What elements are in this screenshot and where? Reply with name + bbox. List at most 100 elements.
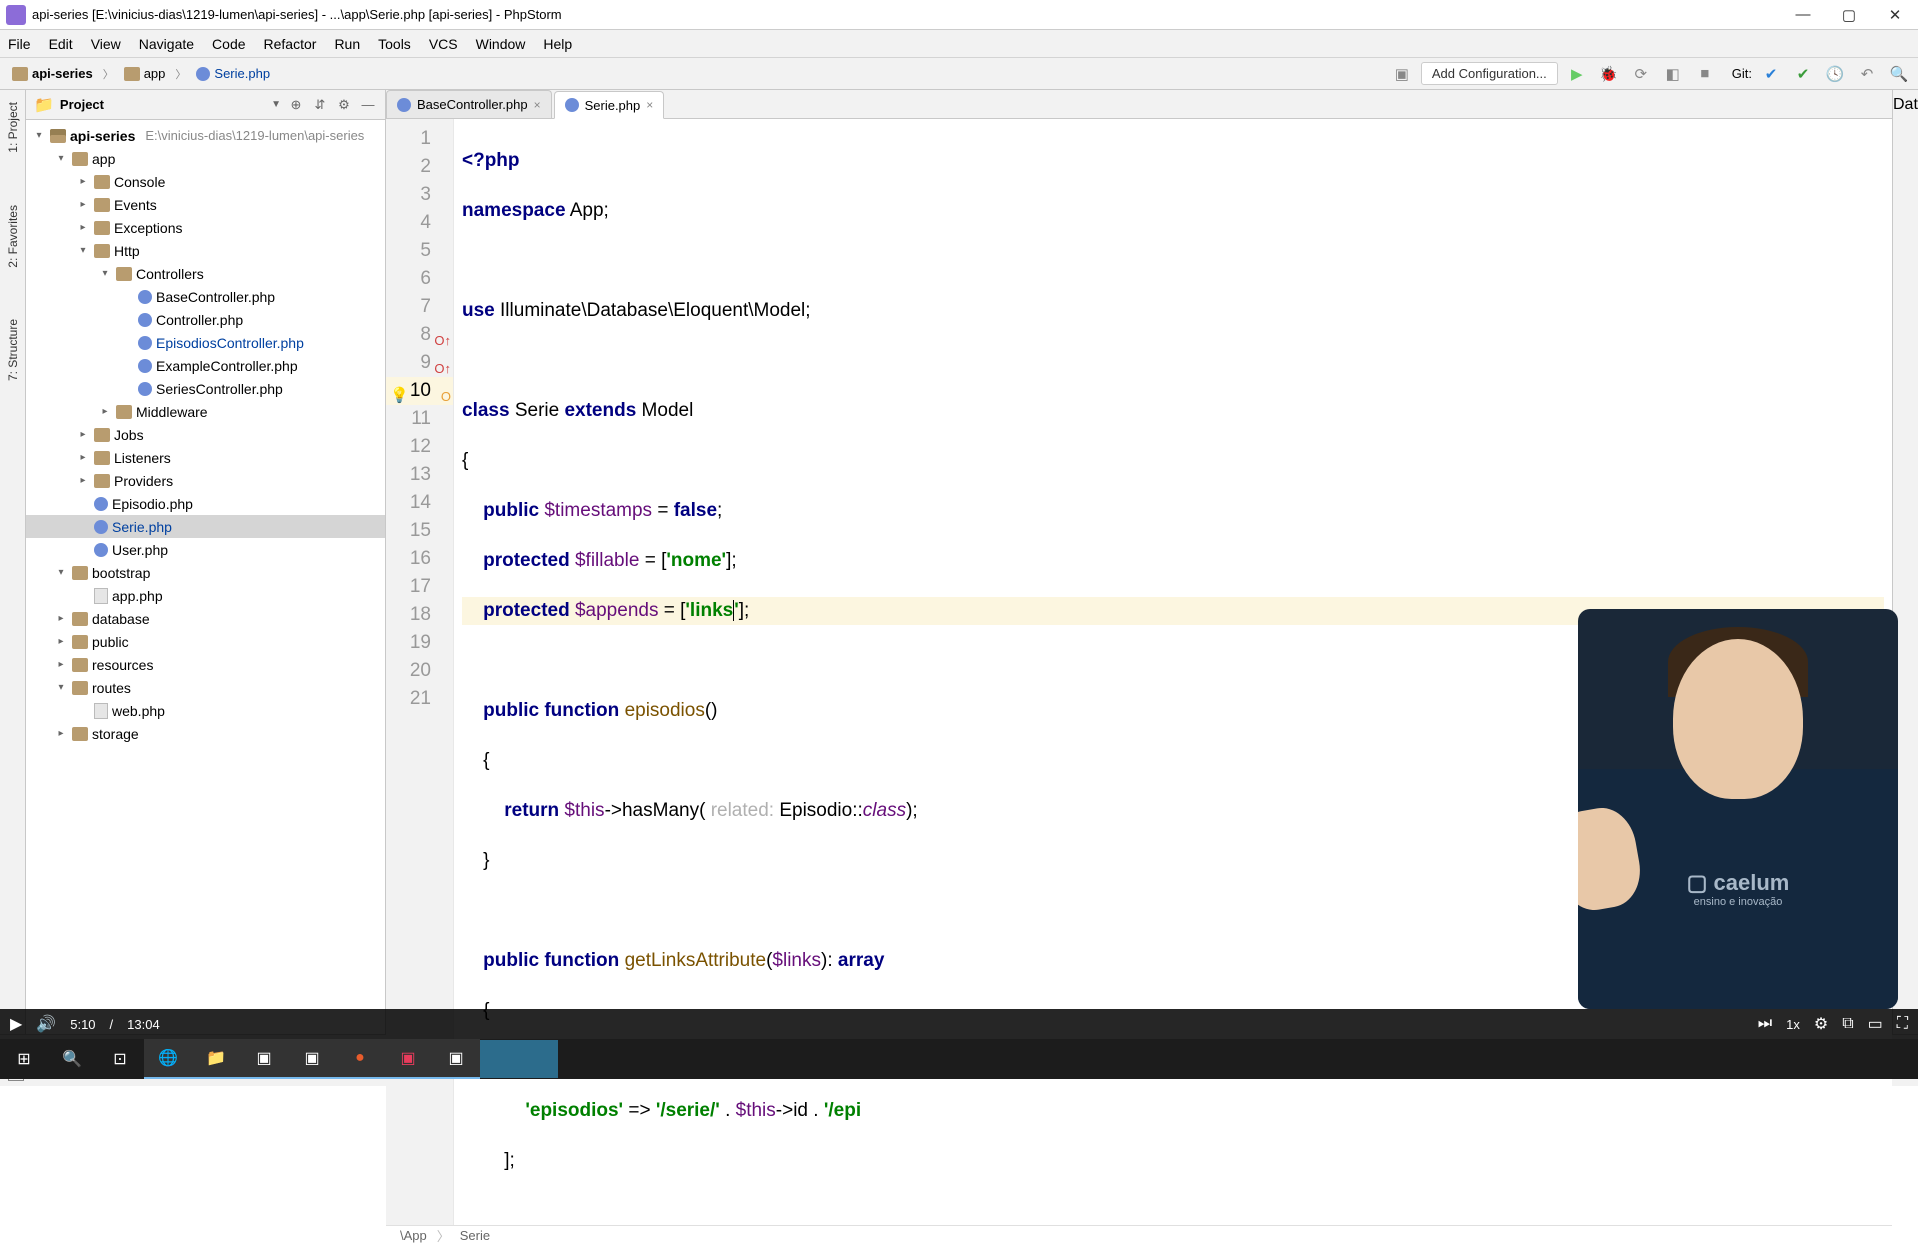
close-tab-icon[interactable]: ×	[534, 98, 541, 112]
tree-row[interactable]: ▸Listeners	[26, 446, 385, 469]
expand-icon[interactable]: ▾	[76, 245, 90, 256]
menu-navigate[interactable]: Navigate	[139, 36, 194, 52]
tree-row[interactable]: web.php	[26, 699, 385, 722]
fullscreen-icon[interactable]: ⛶	[1897, 1015, 1908, 1033]
profile-icon[interactable]: ◧	[1660, 61, 1686, 87]
breadcrumb-file[interactable]: Serie.php	[190, 64, 276, 83]
next-icon[interactable]: ⏭	[1758, 1015, 1772, 1033]
minimize-button[interactable]: —	[1780, 0, 1826, 30]
taskbar-app[interactable]: ▣	[288, 1039, 336, 1079]
project-tree[interactable]: ▾ api-series E:\vinicius-dias\1219-lumen…	[26, 120, 385, 1034]
stop-icon[interactable]: ■	[1692, 61, 1718, 87]
tree-row[interactable]: User.php	[26, 538, 385, 561]
expand-icon[interactable]: ▾	[54, 153, 68, 164]
tree-row[interactable]: Episodio.php	[26, 492, 385, 515]
revert-icon[interactable]: ↶	[1854, 61, 1880, 87]
taskbar-app[interactable]: 🌐	[144, 1039, 192, 1079]
breadcrumb-root[interactable]: api-series	[6, 64, 99, 83]
tool-window-favorites[interactable]: 2: Favorites	[4, 199, 22, 274]
tree-row[interactable]: ▸Exceptions	[26, 216, 385, 239]
taskbar-app[interactable]: ▣	[384, 1039, 432, 1079]
tree-row[interactable]: app.php	[26, 584, 385, 607]
menu-vcs[interactable]: VCS	[429, 36, 458, 52]
expand-icon[interactable]: ▸	[54, 659, 68, 670]
debug-icon[interactable]: 🐞	[1596, 61, 1622, 87]
tree-row[interactable]: ▸resources	[26, 653, 385, 676]
expand-icon[interactable]: ▾	[32, 130, 46, 141]
tree-row[interactable]: SeriesController.php	[26, 377, 385, 400]
close-tab-icon[interactable]: ×	[646, 98, 653, 112]
expand-icon[interactable]: ▸	[76, 475, 90, 486]
taskbar-app[interactable]: ●	[336, 1039, 384, 1079]
collapse-icon[interactable]: ⇵	[311, 96, 329, 114]
menu-view[interactable]: View	[91, 36, 121, 52]
expand-icon[interactable]: ▾	[98, 268, 112, 279]
expand-icon[interactable]: ▸	[76, 199, 90, 210]
hide-icon[interactable]: —	[359, 96, 377, 114]
gear-icon[interactable]: ⚙	[335, 96, 353, 114]
tree-row[interactable]: ExampleController.php	[26, 354, 385, 377]
expand-icon[interactable]: ▸	[54, 613, 68, 624]
tree-row[interactable]: ▾app	[26, 147, 385, 170]
menu-window[interactable]: Window	[476, 36, 526, 52]
expand-icon[interactable]: ▸	[76, 176, 90, 187]
add-configuration-button[interactable]: Add Configuration...	[1421, 62, 1558, 85]
history-icon[interactable]: 🕓	[1822, 61, 1848, 87]
build-icon[interactable]: ▣	[1389, 61, 1415, 87]
play-button[interactable]: ▶	[10, 1014, 22, 1034]
tree-row[interactable]: ▾Controllers	[26, 262, 385, 285]
tree-row[interactable]: ▾Http	[26, 239, 385, 262]
tree-row[interactable]: Controller.php	[26, 308, 385, 331]
menu-edit[interactable]: Edit	[49, 36, 73, 52]
start-button[interactable]: ⊞	[0, 1039, 48, 1079]
tool-window-structure[interactable]: 7: Structure	[4, 313, 22, 387]
tree-row[interactable]: ▸Events	[26, 193, 385, 216]
theater-icon[interactable]: ▭	[1868, 1014, 1883, 1034]
tree-row[interactable]: ▸Middleware	[26, 400, 385, 423]
playback-speed[interactable]: 1x	[1786, 1017, 1800, 1032]
tree-row[interactable]: ▸database	[26, 607, 385, 630]
task-view-button[interactable]: ⊡	[96, 1039, 144, 1079]
tree-row[interactable]: ▾routes	[26, 676, 385, 699]
tree-row[interactable]: ▸public	[26, 630, 385, 653]
close-button[interactable]: ✕	[1872, 0, 1918, 30]
run-icon[interactable]: ▶	[1564, 61, 1590, 87]
volume-icon[interactable]: 🔊	[36, 1014, 56, 1034]
tool-window-project[interactable]: 1: Project	[4, 96, 22, 159]
breadcrumb-app[interactable]: app	[118, 64, 172, 83]
search-button[interactable]: 🔍	[48, 1039, 96, 1079]
expand-icon[interactable]: ▸	[54, 636, 68, 647]
search-icon[interactable]: 🔍	[1886, 61, 1912, 87]
namespace-crumb[interactable]: \App	[400, 1228, 427, 1243]
taskbar-app[interactable]: 📁	[192, 1039, 240, 1079]
expand-icon[interactable]: ▸	[76, 429, 90, 440]
menu-help[interactable]: Help	[543, 36, 572, 52]
expand-icon[interactable]: ▸	[98, 406, 112, 417]
menu-tools[interactable]: Tools	[378, 36, 411, 52]
menu-run[interactable]: Run	[334, 36, 360, 52]
tree-row[interactable]: ▾bootstrap	[26, 561, 385, 584]
menu-refactor[interactable]: Refactor	[264, 36, 317, 52]
menu-file[interactable]: File	[8, 36, 31, 52]
maximize-button[interactable]: ▢	[1826, 0, 1872, 30]
tree-root[interactable]: ▾ api-series E:\vinicius-dias\1219-lumen…	[26, 124, 385, 147]
expand-icon[interactable]: ▸	[76, 452, 90, 463]
tree-row[interactable]: ▸Providers	[26, 469, 385, 492]
settings-icon[interactable]: ⚙	[1814, 1014, 1828, 1034]
menu-code[interactable]: Code	[212, 36, 245, 52]
tree-row[interactable]: Serie.php	[26, 515, 385, 538]
expand-icon[interactable]: ▾	[54, 567, 68, 578]
commit-icon[interactable]: ✔	[1790, 61, 1816, 87]
locate-icon[interactable]: ⊕	[287, 96, 305, 114]
taskbar-app[interactable]: ▣	[240, 1039, 288, 1079]
taskbar-app[interactable]: ▣	[432, 1039, 480, 1079]
class-crumb[interactable]: Serie	[460, 1228, 490, 1243]
tree-row[interactable]: EpisodiosController.php	[26, 331, 385, 354]
tree-row[interactable]: ▸Jobs	[26, 423, 385, 446]
expand-icon[interactable]: ▸	[76, 222, 90, 233]
coverage-icon[interactable]: ⟳	[1628, 61, 1654, 87]
update-project-icon[interactable]: ✔	[1758, 61, 1784, 87]
chevron-down-icon[interactable]: ▼	[271, 99, 281, 110]
pip-icon[interactable]: ⧉	[1842, 1015, 1853, 1033]
tree-row[interactable]: BaseController.php	[26, 285, 385, 308]
